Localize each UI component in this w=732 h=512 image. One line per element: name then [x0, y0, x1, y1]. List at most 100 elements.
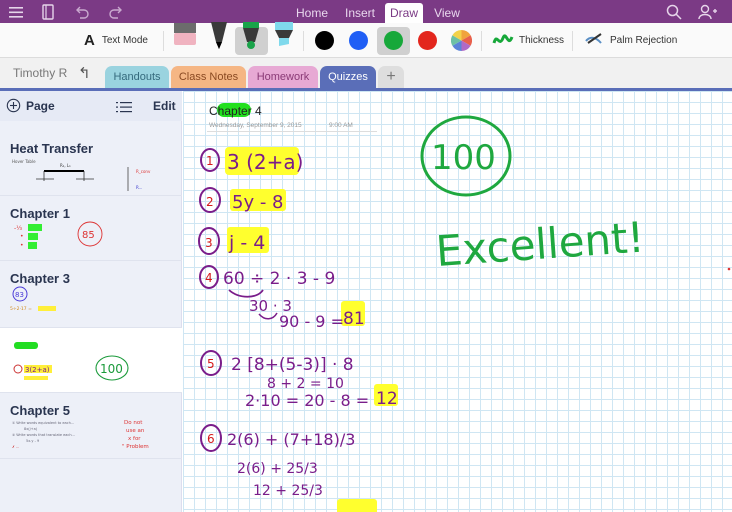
svg-text:✗ ...: ✗ ... — [12, 445, 19, 449]
tab-draw[interactable]: Draw — [385, 3, 423, 23]
svg-text:2·10 = 20 - 8 =: 2·10 = 20 - 8 = — [245, 391, 369, 410]
text-mode-icon: A — [84, 31, 95, 49]
page-score: 100 — [100, 362, 123, 376]
svg-text:j - 4: j - 4 — [228, 232, 265, 254]
section-tab-handouts[interactable]: Handouts — [105, 66, 169, 88]
score-mark: 100 — [420, 115, 512, 197]
svg-text:81: 81 — [343, 309, 365, 329]
page-thumbnail: 83 5÷2·17 = — [10, 286, 56, 312]
text-mode-button[interactable]: A Text Mode — [84, 23, 148, 57]
page-list-sidebar: Page Edit Heat Transfer Hover Table R₁, … — [0, 91, 182, 512]
problem-3: 3 j - 4 — [198, 227, 269, 255]
svg-text:" Problem: " Problem — [122, 444, 149, 450]
svg-text:5: 5 — [207, 357, 215, 371]
page-item-chapter-4-selected[interactable]: 3(2+a) 100 — [0, 328, 182, 393]
tab-insert[interactable]: Insert — [338, 3, 382, 23]
svg-text:•: • — [20, 242, 24, 249]
palm-rejection-label: Palm Rejection — [610, 34, 678, 46]
section-tab-quizzes[interactable]: Quizzes — [320, 66, 376, 88]
color-black[interactable] — [315, 31, 334, 50]
svg-text:2 [8+(5-3)] · 8: 2 [8+(5-3)] · 8 — [231, 355, 354, 375]
tab-view[interactable]: View — [428, 3, 466, 23]
svg-text:100: 100 — [431, 138, 496, 178]
color-red[interactable] — [418, 31, 437, 50]
page-thumbnail: 3(2+a) 100 — [13, 342, 129, 381]
black-pen-tool[interactable] — [208, 22, 230, 57]
sort-list-icon[interactable] — [116, 100, 132, 118]
svg-text:6: 6 — [207, 432, 215, 446]
svg-text:3: 3 — [205, 236, 213, 250]
svg-text:4: 4 — [205, 271, 213, 285]
excellent-comment: Excellent! — [434, 213, 646, 276]
page-item-chapter-1[interactable]: Chapter 1 -⅓ • • 85 — [0, 196, 182, 261]
search-icon[interactable] — [664, 0, 684, 23]
palm-rejection-icon — [585, 33, 602, 44]
eraser-tool[interactable] — [173, 23, 197, 57]
section-tab-class-notes[interactable]: Class Notes — [171, 66, 246, 88]
svg-text:60 ÷ 2 · 3 - 9: 60 ÷ 2 · 3 - 9 — [223, 269, 335, 289]
color-picker-button[interactable] — [451, 23, 472, 57]
black-pen-icon — [211, 22, 227, 49]
svg-text:Hover Table: Hover Table — [12, 159, 36, 164]
palm-rejection-button[interactable]: Palm Rejection — [584, 23, 677, 57]
note-canvas[interactable]: Chapter 4 Wednesday, September 9, 2015 9… — [183, 91, 732, 512]
color-green[interactable] — [384, 31, 403, 50]
problem-4: 4 60 ÷ 2 · 3 - 9 30 · 3 90 - 9 = 81 — [199, 265, 365, 331]
draw-ribbon: A Text Mode Thickness Palm Rejection — [0, 22, 732, 58]
svg-text:3 (2+a): 3 (2+a) — [227, 150, 303, 174]
app-top-bar: Home Insert Draw View — [0, 0, 732, 23]
back-arrow-icon[interactable]: ↰ — [78, 64, 91, 82]
notebooks-icon[interactable] — [38, 0, 58, 23]
add-person-icon[interactable] — [697, 0, 719, 23]
add-page-label: Page — [26, 98, 55, 113]
svg-text:R₁, L₁: R₁, L₁ — [60, 163, 71, 168]
svg-text:5x.y - 9: 5x.y - 9 — [26, 439, 39, 443]
page-item-chapter-3[interactable]: Chapter 3 83 5÷2·17 = — [0, 261, 182, 328]
add-circle-icon — [6, 98, 21, 113]
problem-6: 6 2(6) + (7+18)/3 2(6) + 25/3 12 + 25/3 — [200, 424, 377, 512]
page-item-chapter-5[interactable]: Chapter 5 ① Write words equivalent to ea… — [0, 393, 182, 459]
undo-icon[interactable] — [72, 0, 92, 23]
highlighter-icon — [275, 22, 293, 46]
svg-text:8x(j+a): 8x(j+a) — [24, 427, 38, 431]
svg-text:② Write words that translate e: ② Write words that translate each... — [12, 433, 75, 437]
svg-text:-⅓: -⅓ — [14, 225, 22, 232]
page-title: Chapter 3 — [10, 271, 70, 286]
svg-text:x for: x for — [128, 436, 141, 442]
problem-5: 5 2 [8+(5-3)] · 8 8 + 2 = 10 2·10 = 20 -… — [200, 350, 398, 410]
svg-text:12 + 25/3: 12 + 25/3 — [253, 483, 323, 499]
svg-text:① Write words equivalent to ea: ① Write words equivalent to each... — [12, 421, 74, 425]
problem-1: 1 3 (2+a) — [200, 147, 303, 175]
green-pen-icon — [243, 22, 259, 49]
notebook-owner[interactable]: Timothy R — [13, 66, 67, 80]
page-title: Chapter 5 — [10, 403, 70, 418]
tab-home[interactable]: Home — [290, 3, 334, 23]
page-thumbnail: ① Write words equivalent to each... 8x(j… — [12, 420, 149, 450]
svg-text:8 + 2 = 10: 8 + 2 = 10 — [267, 376, 344, 392]
text-mode-label: Text Mode — [101, 34, 148, 46]
page-thumbnail: -⅓ • • 85 — [14, 221, 103, 249]
redo-icon[interactable] — [106, 0, 126, 23]
svg-text:2: 2 — [206, 195, 214, 209]
stray-ink-dot — [727, 267, 731, 271]
svg-text:Do not: Do not — [124, 420, 143, 426]
hamburger-menu-icon[interactable] — [6, 0, 26, 23]
edit-button[interactable]: Edit — [153, 99, 176, 113]
add-page-button[interactable]: Page — [6, 98, 55, 113]
page-thumbnail: Hover Table R₁, L₁ R_conv R... — [12, 159, 151, 191]
eraser-icon — [174, 23, 196, 45]
svg-text:5÷2·17 =: 5÷2·17 = — [10, 306, 32, 312]
problem-2: 2 5y - 8 — [199, 187, 286, 213]
section-tab-homework[interactable]: Homework — [248, 66, 318, 88]
thickness-label: Thickness — [519, 34, 565, 46]
thickness-button[interactable]: Thickness — [492, 23, 564, 57]
green-pen-tool[interactable] — [240, 22, 262, 57]
svg-text:1: 1 — [206, 154, 214, 168]
color-blue[interactable] — [349, 31, 368, 50]
color-wheel-icon — [451, 29, 472, 51]
add-section-button[interactable]: + — [378, 66, 404, 88]
thickness-icon — [492, 34, 514, 44]
highlighter-tool[interactable] — [273, 22, 295, 57]
svg-text:use an: use an — [126, 428, 145, 434]
page-item-heat-transfer[interactable]: Heat Transfer Hover Table R₁, L₁ R_conv … — [0, 131, 182, 196]
